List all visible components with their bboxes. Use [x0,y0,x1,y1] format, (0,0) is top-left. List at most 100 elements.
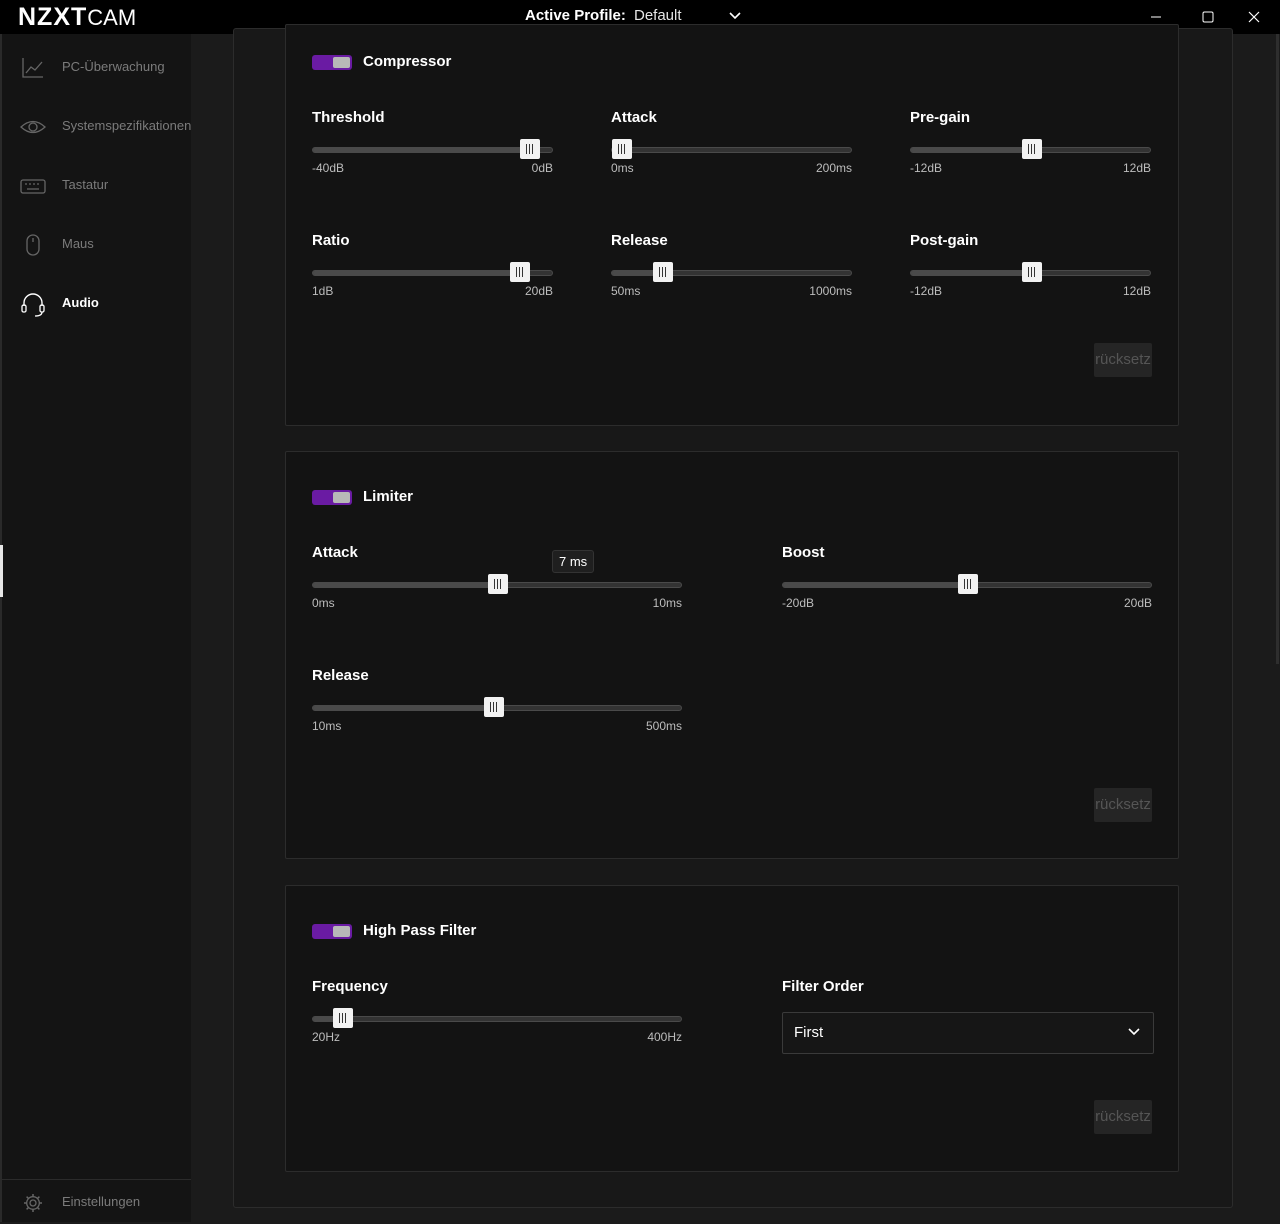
pre-gain-slider: Pre-gain -12dB 12dB [910,109,1151,179]
slider-label: Release [611,232,668,249]
sidebar: PC-Überwachung Systemspezifikationen Tas… [0,34,193,1224]
slider-thumb[interactable] [1021,262,1042,282]
limiter-reset-button[interactable]: rücksetz [1094,788,1152,822]
filter-order-field: Filter Order First [782,978,1154,1054]
slider-max-label: 12dB [1122,161,1151,175]
compressor-reset-button[interactable]: rücksetz [1094,343,1152,377]
slider-track[interactable] [611,139,852,159]
slider-max-label: 400Hz [647,1030,682,1044]
window-edge-marker [0,545,3,597]
boost-slider: Boost -20dB 20dB [782,544,1152,614]
slider-label: Threshold [312,109,385,126]
headset-icon [21,293,45,317]
slider-max-label: 1000ms [809,284,852,298]
compressor-title: Compressor [363,53,452,70]
slider-track[interactable] [910,139,1151,159]
close-button[interactable] [1228,0,1280,34]
slider-track[interactable] [312,262,553,282]
filter-order-select[interactable]: First [782,1012,1154,1054]
main-content: Compressor Threshold -40dB 0dB Attack 0m… [191,24,1280,1222]
minimize-icon [1151,16,1161,18]
sidebar-item-label: Einstellungen [62,1194,141,1209]
slider-track[interactable] [782,574,1152,594]
slider-track[interactable] [611,262,852,282]
eye-icon [20,120,46,134]
slider-max-label: 20dB [1123,596,1152,610]
compressor-toggle[interactable] [312,55,352,70]
sidebar-item-label: Systemspezifikationen [62,118,192,133]
slider-label: Attack [611,109,657,126]
chevron-down-icon [1128,1028,1140,1036]
slider-thumb[interactable] [612,139,632,159]
maximize-icon [1202,11,1214,23]
slider-value-tooltip: 7 ms [552,550,595,573]
sidebar-item-system-specs[interactable]: Systemspezifikationen [2,104,193,148]
nzxt-cam-logo: NZXTCAM [18,3,137,31]
slider-label: Release [312,667,369,684]
active-profile-label: Active Profile: [525,7,626,24]
attack-slider: Attack 0ms 200ms [611,109,852,179]
sidebar-item-settings[interactable]: Einstellungen [2,1180,193,1224]
scrollbar[interactable] [1276,34,1279,664]
slider-max-label: 500ms [645,719,682,733]
slider-max-label: 10ms [652,596,682,610]
close-icon [1248,11,1260,23]
sidebar-item-pc-monitoring[interactable]: PC-Überwachung [2,45,193,89]
ratio-slider: Ratio 1dB 20dB [312,232,553,302]
slider-track[interactable] [312,1008,682,1028]
post-gain-slider: Post-gain -12dB 12dB [910,232,1151,302]
slider-min-label: -12dB [910,284,943,298]
slider-thumb[interactable] [652,262,673,282]
profile-selector[interactable]: Default [634,7,682,24]
high-pass-filter-card: High Pass Filter Frequency 20Hz 400Hz Fi… [285,885,1179,1172]
chevron-down-icon[interactable] [728,9,742,23]
slider-max-label: 20dB [524,284,553,298]
slider-track[interactable] [312,697,682,717]
slider-thumb[interactable] [488,574,508,594]
chart-line-icon [22,58,43,78]
slider-label: Attack [312,544,358,561]
threshold-slider: Threshold -40dB 0dB [312,109,553,179]
sidebar-item-mouse[interactable]: Maus [2,222,193,266]
filter-order-value: First [794,1024,824,1041]
slider-thumb[interactable] [332,1008,353,1028]
slider-track[interactable] [312,139,553,159]
sidebar-item-label: Maus [62,236,94,251]
slider-max-label: 12dB [1122,284,1151,298]
slider-min-label: 50ms [611,284,641,298]
high-pass-filter-title: High Pass Filter [363,922,477,939]
slider-label: Pre-gain [910,109,971,126]
slider-label: Post-gain [910,232,979,249]
slider-max-label: 200ms [815,161,852,175]
slider-min-label: 10ms [312,719,342,733]
slider-track[interactable] [312,574,682,594]
compressor-card: Compressor Threshold -40dB 0dB Attack 0m… [285,24,1179,426]
slider-min-label: 20Hz [312,1030,341,1044]
slider-thumb[interactable] [519,139,540,159]
slider-track[interactable] [910,262,1151,282]
slider-label: Boost [782,544,825,561]
sidebar-item-keyboard[interactable]: Tastatur [2,163,193,207]
keyboard-icon [20,179,46,194]
frequency-slider: Frequency 20Hz 400Hz [312,978,682,1048]
slider-label: Frequency [312,978,388,995]
slider-thumb[interactable] [958,574,978,594]
slider-thumb[interactable] [484,697,505,717]
filter-order-label: Filter Order [782,978,864,995]
slider-thumb[interactable] [1021,139,1042,159]
limiter-card: Limiter Attack 0ms 10ms 7 ms Boost -20dB… [285,451,1179,859]
sidebar-item-label: Tastatur [62,177,109,192]
sidebar-item-audio[interactable]: Audio [2,281,193,325]
slider-thumb[interactable] [510,262,531,282]
limiter-title: Limiter [363,488,414,505]
slider-max-label: 0dB [531,161,553,175]
slider-label: Ratio [312,232,350,249]
sidebar-item-label: PC-Überwachung [62,59,165,74]
sidebar-item-label: Audio [62,295,99,310]
mouse-icon [26,234,40,256]
high-pass-filter-toggle[interactable] [312,924,352,939]
release-slider: Release 50ms 1000ms [611,232,852,302]
slider-min-label: -20dB [782,596,815,610]
high-pass-filter-reset-button[interactable]: rücksetz [1094,1100,1152,1134]
limiter-toggle[interactable] [312,490,352,505]
